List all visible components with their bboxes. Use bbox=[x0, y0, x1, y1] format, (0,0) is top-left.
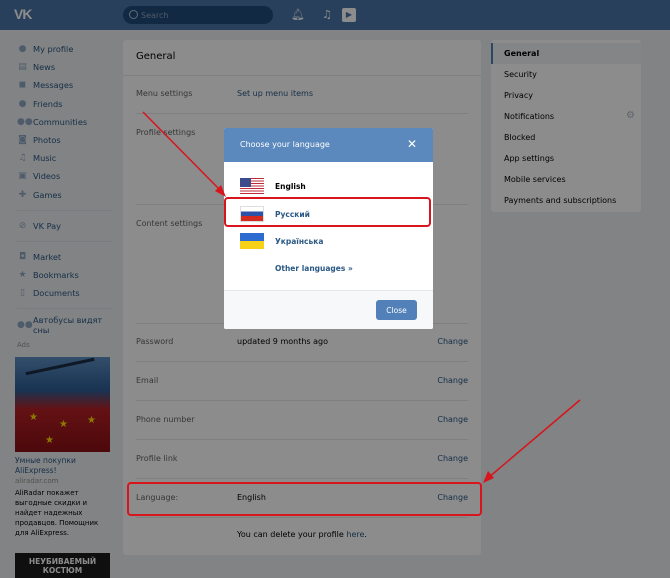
arrow-head bbox=[483, 471, 494, 483]
arrow-to-russian bbox=[142, 111, 223, 193]
arrow-to-language bbox=[487, 399, 581, 479]
annotation-arrows bbox=[142, 111, 581, 483]
